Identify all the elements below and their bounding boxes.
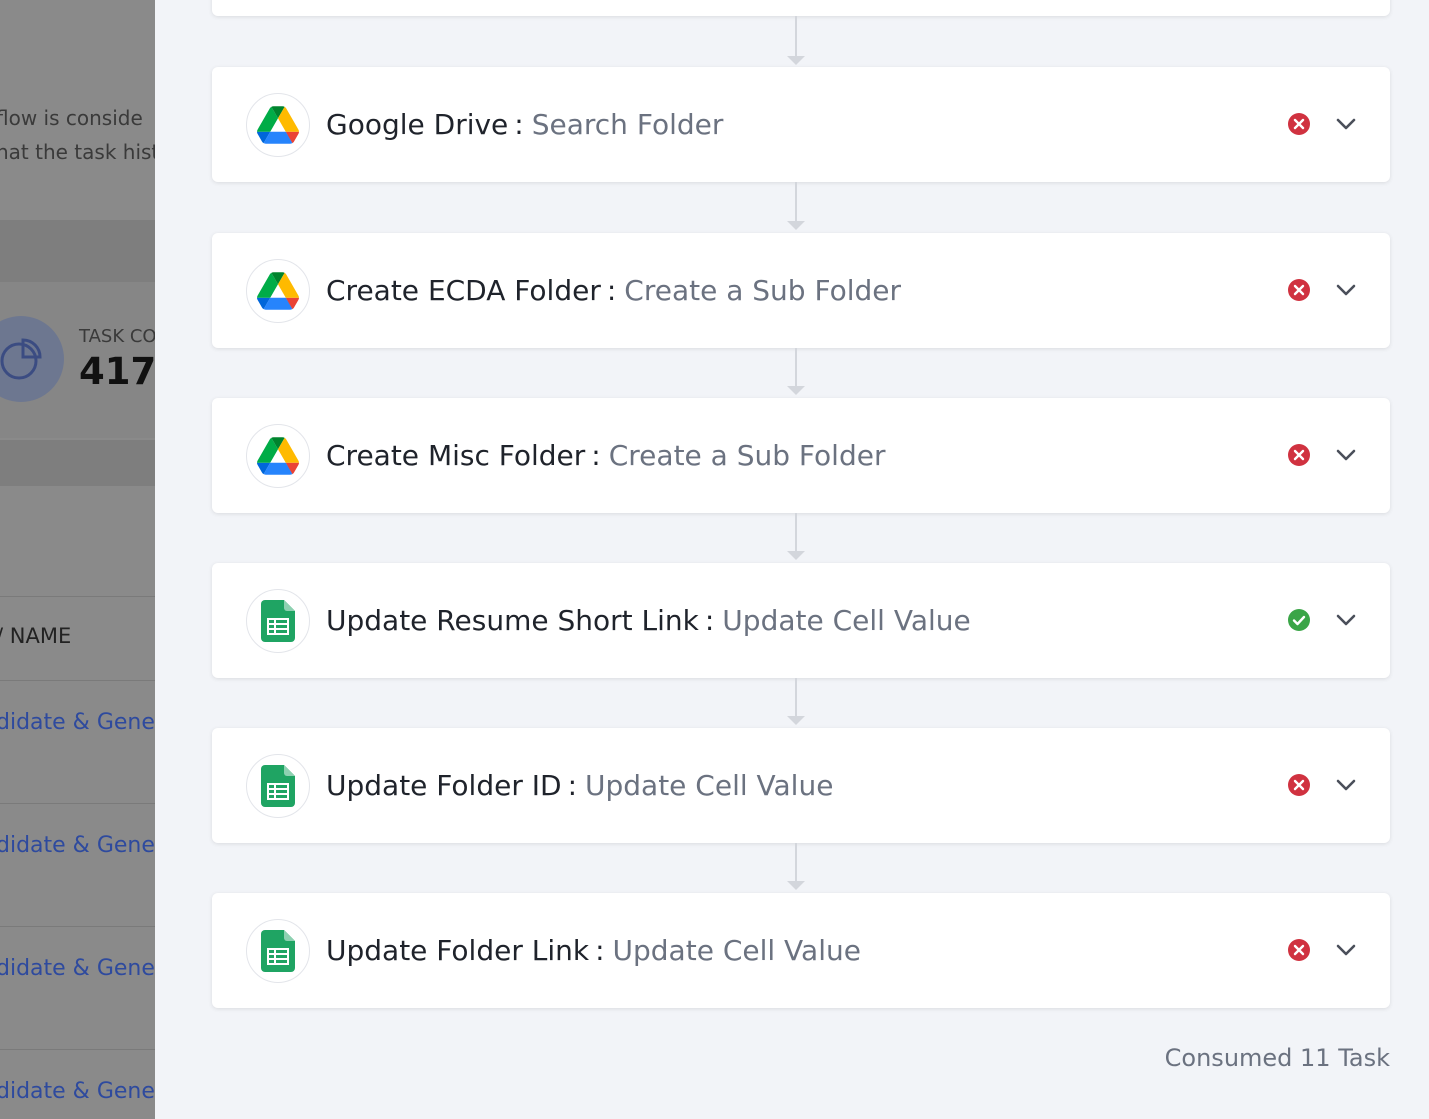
step-title: Update Folder Link : Update Cell Value (326, 893, 861, 1008)
chevron-down-icon[interactable] (1334, 112, 1358, 136)
column-header-name: / NAME (0, 624, 72, 648)
task-count-value: 4175 (79, 350, 155, 393)
table-divider (0, 680, 155, 681)
step-connector (795, 348, 797, 388)
step-connector (795, 678, 797, 718)
table-divider (0, 926, 155, 927)
error-status-icon (1288, 113, 1310, 135)
step-action: Update Cell Value (722, 604, 971, 637)
step-title: Update Resume Short Link : Update Cell V… (326, 563, 971, 678)
table-row-link[interactable]: didate & Gene (0, 956, 155, 981)
connector-arrow-icon (787, 221, 805, 230)
google-sheets-icon (246, 754, 310, 818)
table-divider (0, 596, 155, 597)
task-history-drawer: Google Drive : Search Folder Create ECDA… (155, 0, 1429, 1119)
background-band (0, 220, 155, 282)
step-separator: : (606, 274, 617, 307)
connector-arrow-icon (787, 386, 805, 395)
step-name: Update Resume Short Link (326, 604, 699, 637)
success-status-icon (1288, 609, 1310, 631)
step-separator: : (567, 769, 577, 802)
step-action: Create a Sub Folder (608, 439, 886, 472)
google-sheets-icon (246, 589, 310, 653)
step-title: Google Drive : Search Folder (326, 67, 723, 182)
workflow-step-card[interactable]: Create Misc Folder : Create a Sub Folder (212, 398, 1390, 513)
workflow-step-card[interactable]: Update Resume Short Link : Update Cell V… (212, 563, 1390, 678)
workflow-step-card[interactable]: Update Folder ID : Update Cell Value (212, 728, 1390, 843)
step-name: Create ECDA Folder (326, 274, 601, 307)
background-description-line: hat the task hist (0, 140, 155, 164)
workflow-step-card[interactable]: Create ECDA Folder : Create a Sub Folder (212, 233, 1390, 348)
error-status-icon (1288, 279, 1310, 301)
step-name: Google Drive (326, 108, 509, 141)
google-drive-icon (246, 93, 310, 157)
table-divider (0, 1049, 155, 1050)
error-status-icon (1288, 939, 1310, 961)
chevron-down-icon[interactable] (1334, 278, 1358, 302)
chevron-down-icon[interactable] (1334, 443, 1358, 467)
error-status-icon (1288, 444, 1310, 466)
table-divider (0, 803, 155, 804)
table-row-link[interactable]: didate & Gene (0, 833, 155, 858)
connector-arrow-icon (787, 881, 805, 890)
google-drive-icon (246, 424, 310, 488)
workflow-step-card[interactable]: Google Drive : Search Folder (212, 67, 1390, 182)
google-drive-icon (246, 259, 310, 323)
connector-arrow-icon (787, 551, 805, 560)
connector-arrow-icon (787, 56, 805, 65)
background-description-line: flow is conside (0, 106, 143, 130)
chevron-down-icon[interactable] (1334, 938, 1358, 962)
step-title: Update Folder ID : Update Cell Value (326, 728, 833, 843)
error-status-icon (1288, 774, 1310, 796)
chevron-down-icon[interactable] (1334, 773, 1358, 797)
step-name: Update Folder Link (326, 934, 590, 967)
workflow-step-card[interactable]: Update Folder Link : Update Cell Value (212, 893, 1390, 1008)
background-page-overlay[interactable]: flow is conside hat the task hist TASK C… (0, 0, 155, 1119)
step-action: Update Cell Value (612, 934, 861, 967)
step-separator: : (514, 108, 524, 141)
step-separator: : (595, 934, 605, 967)
table-row-link[interactable]: didate & Gene (0, 710, 155, 735)
step-action: Create a Sub Folder (624, 274, 901, 307)
task-count-label: TASK CO (79, 326, 155, 347)
step-action: Update Cell Value (585, 769, 834, 802)
step-name: Update Folder ID (326, 769, 562, 802)
background-band (0, 440, 155, 486)
step-connector (795, 843, 797, 883)
step-connector (795, 16, 797, 58)
google-sheets-icon (246, 919, 310, 983)
step-title: Create ECDA Folder : Create a Sub Folder (326, 233, 901, 348)
connector-arrow-icon (787, 716, 805, 725)
step-connector (795, 182, 797, 223)
step-title: Create Misc Folder : Create a Sub Folder (326, 398, 885, 513)
table-row-link[interactable]: didate & Gene (0, 1079, 155, 1104)
step-name: Create Misc Folder (326, 439, 586, 472)
previous-step-card[interactable] (212, 0, 1390, 16)
step-separator: : (704, 604, 715, 637)
step-action: Search Folder (531, 108, 724, 141)
step-separator: : (591, 439, 601, 472)
step-connector (795, 513, 797, 553)
consumed-task-count: Consumed 11 Task (1164, 1044, 1390, 1072)
chevron-down-icon[interactable] (1334, 608, 1358, 632)
